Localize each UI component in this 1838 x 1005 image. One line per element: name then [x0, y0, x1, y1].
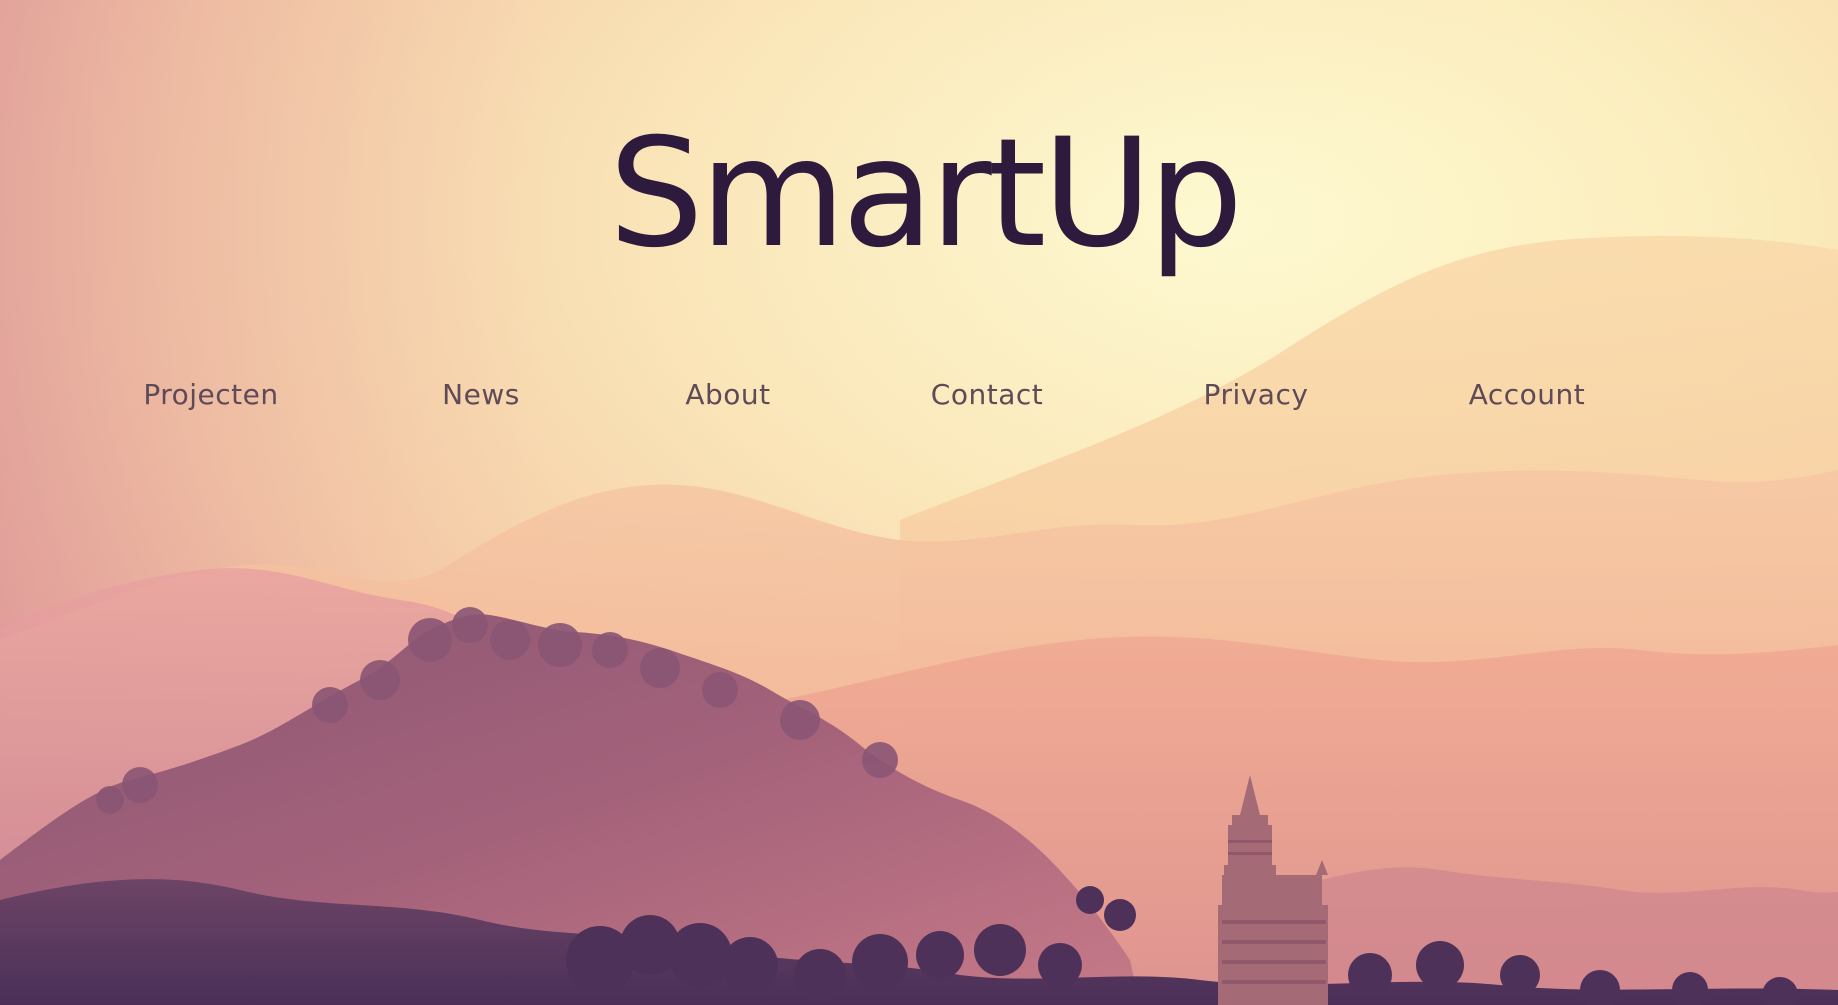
main-navigation: Projecten News About Contact Privacy Acc…: [0, 370, 1838, 420]
site-title: SmartUp: [608, 107, 1244, 281]
nav-link-account[interactable]: Account: [1469, 370, 1586, 420]
hero-section: SmartUp Projecten News About Contact Pri…: [0, 0, 1838, 1005]
nav-link-privacy[interactable]: Privacy: [1204, 370, 1309, 420]
nav-link-news[interactable]: News: [442, 370, 520, 420]
nav-link-about[interactable]: About: [685, 370, 770, 420]
nav-link-contact[interactable]: Contact: [931, 370, 1043, 420]
nav-link-projecten[interactable]: Projecten: [143, 370, 278, 420]
